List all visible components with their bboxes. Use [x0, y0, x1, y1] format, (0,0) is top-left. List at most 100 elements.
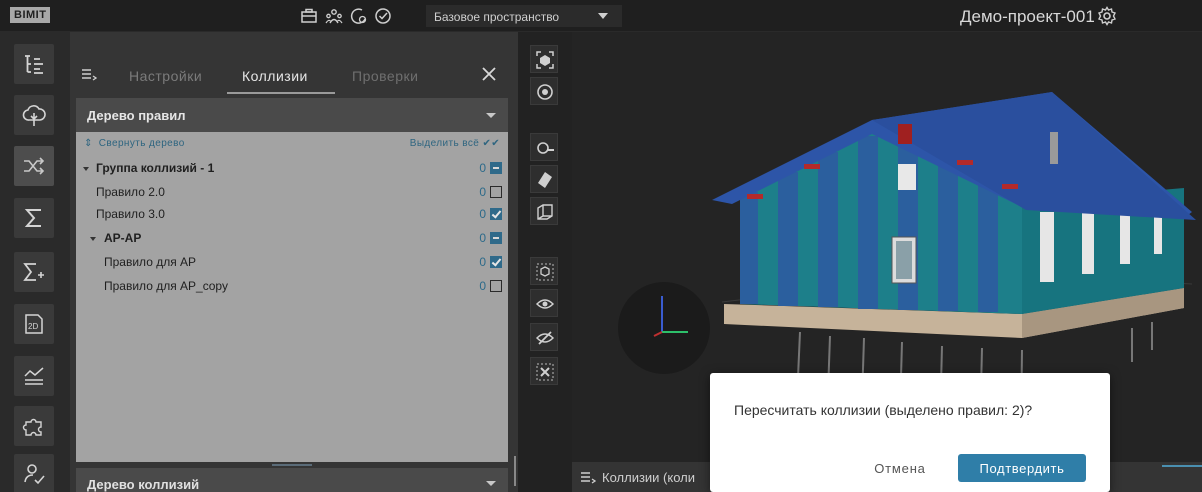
camera-button[interactable] [530, 133, 558, 161]
cancel-button[interactable]: Отмена [860, 456, 940, 480]
bottom-accent-line [1162, 465, 1202, 467]
close-icon[interactable] [480, 65, 498, 83]
tree-toolbar: ⇕ Свернуть дерево Выделить всё ✔✔ [76, 138, 508, 156]
tree-row[interactable]: Правило 2.0 0 [76, 182, 508, 202]
gear-icon[interactable] [1097, 6, 1117, 26]
chevron-down-icon[interactable] [90, 237, 96, 241]
section-box-button[interactable] [530, 197, 558, 225]
panel-splitter[interactable] [272, 464, 312, 466]
tree-row-count: 0 [479, 231, 486, 245]
left-sidebar: 2D [0, 32, 70, 492]
settings-check-icon[interactable] [350, 7, 368, 25]
hide-icon [536, 331, 554, 345]
hide-button[interactable] [530, 323, 558, 351]
tab-collisions[interactable]: Коллизии [242, 68, 308, 84]
sidebar-item-sum-plus[interactable] [14, 252, 54, 292]
collisions-tree-title: Дерево коллизий [87, 477, 200, 492]
chevron-down-icon[interactable] [83, 167, 89, 171]
target-button[interactable] [530, 77, 558, 105]
isolate-button[interactable] [530, 257, 558, 285]
sidebar-item-sum[interactable] [14, 198, 54, 238]
axis-arrows-icon [653, 296, 688, 337]
recalculate-dialog: Пересчитать коллизии (выделено правил: 2… [710, 373, 1110, 492]
show-button[interactable] [530, 289, 558, 317]
viewer-toolbar [530, 45, 560, 395]
tree-row-label: Правило 3.0 [96, 207, 165, 221]
confirm-button[interactable]: Подтвердить [958, 454, 1086, 482]
collisions-tree-header[interactable]: Дерево коллизий [76, 468, 508, 492]
sidebar-item-users[interactable] [14, 454, 54, 492]
fit-view-button[interactable] [530, 45, 558, 73]
app-logo: BIMIT [10, 7, 51, 23]
shuffle-collisions-icon [24, 157, 45, 175]
panel-header: Настройки Коллизии Проверки [70, 56, 518, 96]
row-checkbox[interactable] [490, 232, 502, 244]
dialog-message: Пересчитать коллизии (выделено правил: 2… [734, 402, 1033, 418]
2d-sheet-icon: 2D [25, 314, 43, 334]
tab-settings[interactable]: Настройки [129, 68, 202, 84]
tree-row-label: АР-АР [104, 231, 142, 245]
sidebar-item-charts[interactable] [14, 356, 54, 396]
top-bar: BIMIT Базовое пространство Демо-проект-0… [0, 0, 1202, 32]
sidebar-item-structure[interactable] [14, 44, 54, 84]
chevron-down-icon [598, 13, 608, 19]
collapse-tree-label: Свернуть дерево [98, 138, 185, 149]
space-select-value: Базовое пространство [434, 10, 560, 24]
team-icon[interactable] [325, 7, 343, 25]
row-checkbox[interactable] [490, 256, 502, 268]
space-select[interactable]: Базовое пространство [426, 5, 622, 27]
svg-text:2D: 2D [28, 322, 38, 331]
clear-button[interactable] [530, 357, 558, 385]
sidebar-item-plugins[interactable] [14, 406, 54, 446]
row-checkbox[interactable] [490, 208, 502, 220]
tree-row-label: Правило для АР [104, 255, 197, 269]
puzzle-icon [22, 418, 42, 436]
expand-collapse-icon: ⇕ [84, 138, 93, 149]
briefcase-icon[interactable] [300, 7, 318, 25]
section-plane-icon [538, 172, 552, 188]
tree-row-count: 0 [479, 255, 486, 269]
rules-tree-title: Дерево правил [87, 108, 186, 123]
tree-row[interactable]: Правило для АР_copy 0 [76, 276, 508, 296]
row-checkbox[interactable] [490, 162, 502, 174]
sigma-plus-icon [23, 263, 44, 281]
collapse-tree-link[interactable]: ⇕ Свернуть дерево [84, 138, 185, 149]
sidebar-item-collisions[interactable] [14, 146, 54, 186]
tab-checks[interactable]: Проверки [352, 68, 418, 84]
collisions-panel: Настройки Коллизии Проверки Дерево прави… [70, 32, 518, 492]
sidebar-item-model-tree[interactable] [14, 95, 54, 135]
tree-row-count: 0 [479, 161, 486, 175]
panel-scrollbar[interactable] [514, 456, 516, 486]
tree-row[interactable]: Группа коллизий - 1 0 [76, 158, 508, 178]
check-circle-icon[interactable] [374, 7, 392, 25]
axis-gizmo[interactable] [618, 282, 710, 374]
menu-icon[interactable] [580, 471, 596, 485]
isolate-icon [536, 263, 554, 281]
show-icon [536, 299, 554, 309]
select-all-label: Выделить всё [409, 138, 480, 149]
select-all-link[interactable]: Выделить всё ✔✔ [410, 138, 500, 149]
chart-trend-icon [24, 367, 44, 385]
active-tab-indicator [227, 92, 335, 94]
tree-row-label: Правило для АР_copy [104, 279, 229, 293]
tree-row-label: Группа коллизий - 1 [96, 161, 215, 175]
sigma-icon [24, 209, 41, 227]
sidebar-item-2d[interactable]: 2D [14, 304, 54, 344]
row-checkbox[interactable] [490, 280, 502, 292]
tree-row[interactable]: АР-АР 0 [76, 228, 508, 248]
tree-row[interactable]: Правило 3.0 0 [76, 204, 508, 224]
tree-row-count: 0 [479, 185, 486, 199]
double-check-icon: ✔✔ [482, 138, 500, 149]
chevron-down-icon [486, 481, 496, 486]
row-checkbox[interactable] [490, 186, 502, 198]
camera-icon [537, 142, 554, 154]
rules-tree-header[interactable]: Дерево правил [76, 98, 508, 132]
tree-structure-icon [25, 55, 43, 74]
cloud-tree-icon [22, 105, 46, 126]
project-name: Демо-проект-001 [960, 7, 1095, 26]
menu-icon[interactable] [81, 66, 97, 82]
section-plane-button[interactable] [530, 165, 558, 193]
user-check-icon [24, 464, 45, 485]
tree-row[interactable]: Правило для АР 0 [76, 252, 508, 272]
chevron-down-icon [486, 113, 496, 118]
